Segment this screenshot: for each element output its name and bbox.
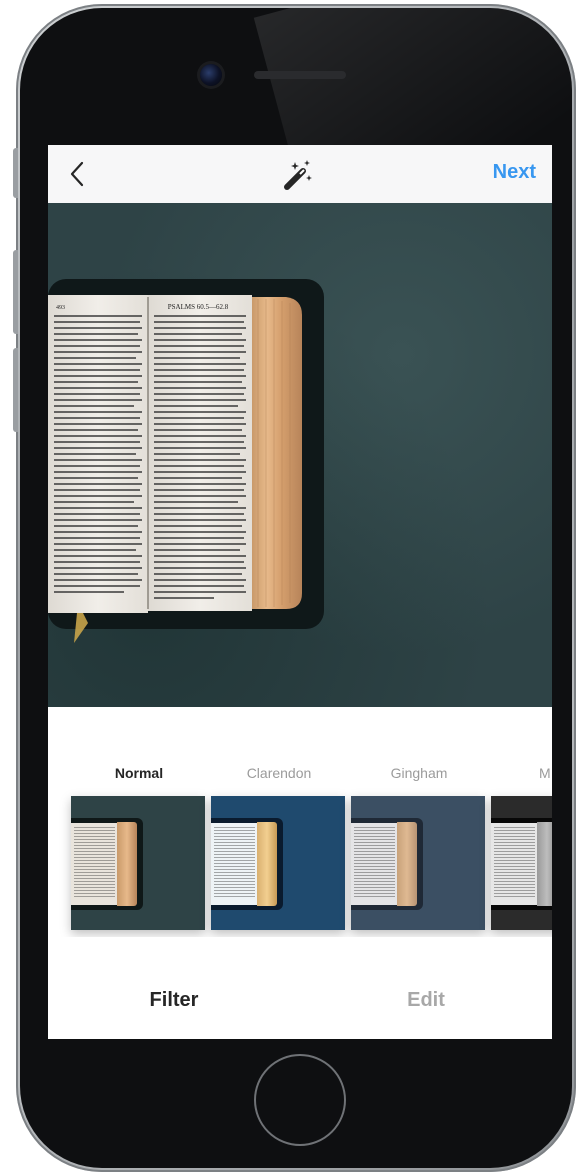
page-header-text: PSALMS 60.5—62.8 — [168, 303, 229, 311]
filter-normal[interactable]: Normal — [71, 763, 207, 930]
filter-label: Normal — [114, 765, 164, 781]
magic-wand-icon — [284, 160, 312, 190]
top-nav-bar: Next — [48, 145, 552, 203]
chevron-left-icon — [70, 161, 84, 187]
tab-filter[interactable]: Filter — [48, 989, 300, 1012]
home-button[interactable] — [254, 1054, 346, 1146]
volume-down-button — [13, 348, 18, 432]
bible-photo: PSALMS 60.5—62.8 493 — [48, 279, 324, 643]
filter-thumbnail — [71, 796, 205, 930]
filter-strip: Normal Clarendon Gingham M — [48, 707, 552, 937]
next-button[interactable]: Next — [493, 161, 536, 184]
filter-label: Clarendon — [246, 765, 312, 781]
filter-label: Gingham — [390, 765, 448, 781]
front-camera — [200, 64, 222, 86]
filter-m[interactable]: M — [491, 763, 552, 930]
app-screen: Next PSALMS 60.5—62.8 493 Normal Clarend… — [48, 145, 552, 1039]
magic-wand-button[interactable] — [280, 157, 316, 193]
filter-clarendon[interactable]: Clarendon — [211, 763, 347, 930]
volume-up-button — [13, 250, 18, 334]
filter-thumbnail — [351, 796, 485, 930]
filter-thumbnail — [211, 796, 345, 930]
back-button[interactable] — [60, 157, 94, 191]
bottom-tab-bar: Filter Edit — [48, 937, 552, 1039]
filter-thumbnail — [491, 796, 552, 930]
mute-switch — [13, 148, 18, 198]
page-number-text: 493 — [56, 305, 65, 311]
photo-preview: PSALMS 60.5—62.8 493 — [48, 203, 552, 707]
tab-edit[interactable]: Edit — [300, 989, 552, 1012]
filter-gingham[interactable]: Gingham — [351, 763, 487, 930]
earpiece-speaker — [254, 71, 346, 79]
filter-label: M — [539, 765, 551, 781]
